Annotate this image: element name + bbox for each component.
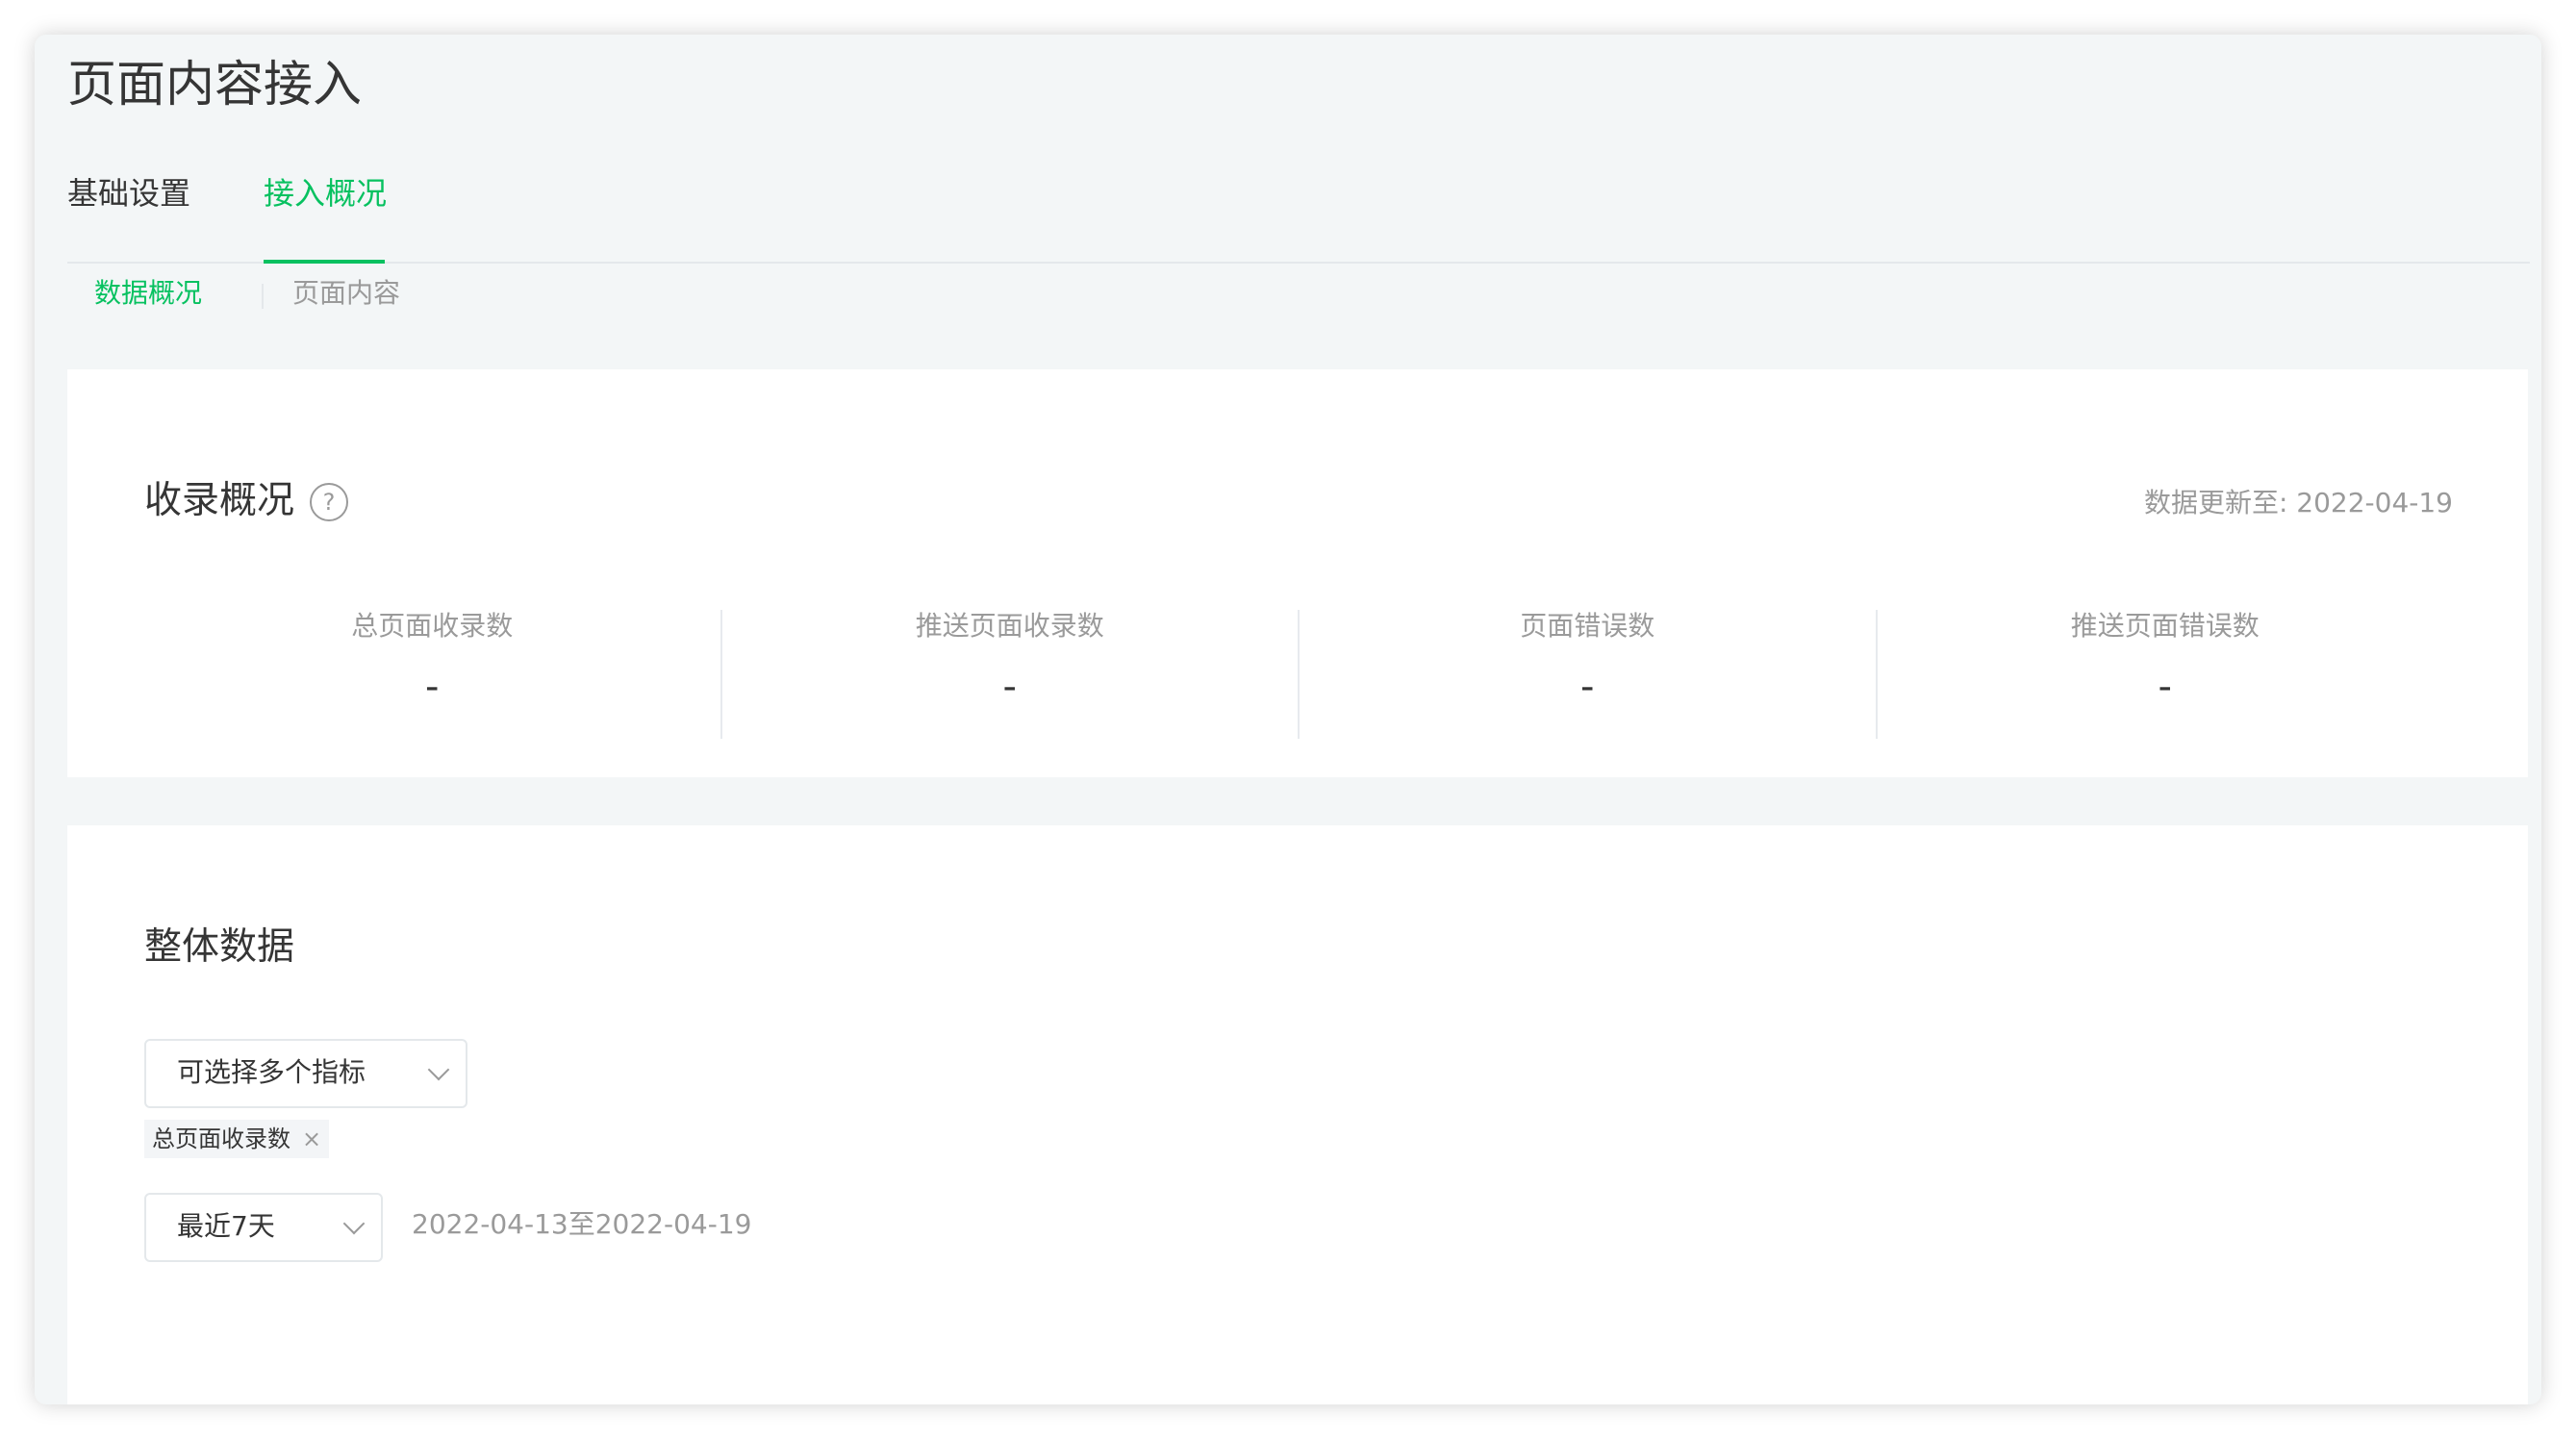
overall-card-title: 整体数据: [144, 925, 295, 969]
selected-metric-label: 总页面收录数: [152, 1125, 290, 1152]
data-update-date: 数据更新至: 2022-04-19: [2143, 487, 2453, 518]
stat-pushed-errors: 推送页面错误数 -: [1875, 610, 2454, 739]
active-tab-indicator: [264, 260, 385, 264]
tab-basic-settings[interactable]: 基础设置: [67, 175, 190, 212]
overall-data-card: 整体数据 可选择多个指标 总页面收录数 × 最近7天 2022-04-13至20…: [67, 825, 2528, 1404]
metric-select-label: 可选择多个指标: [177, 1056, 366, 1088]
subnav-page-content[interactable]: 页面内容: [292, 277, 400, 310]
main-tabs: 基础设置 接入概况: [67, 165, 2530, 264]
date-range-select-label: 最近7天: [177, 1210, 275, 1242]
chevron-down-icon: [342, 1212, 366, 1235]
tab-access-overview[interactable]: 接入概况: [264, 175, 387, 212]
page-title: 页面内容接入: [67, 57, 363, 114]
stat-value: -: [1002, 665, 1017, 709]
stat-label: 页面错误数: [1520, 610, 1655, 642]
subnav-data-overview[interactable]: 数据概况: [94, 277, 202, 310]
stats-row: 总页面收录数 - 推送页面收录数 - 页面错误数 - 推送页面错误数 -: [144, 610, 2453, 739]
help-circle-icon[interactable]: ?: [310, 483, 348, 521]
overview-card-title: 收录概况: [144, 479, 295, 522]
chevron-down-icon: [427, 1058, 450, 1081]
selected-metric-tag: 总页面收录数 ×: [144, 1120, 330, 1158]
stat-total-pages: 总页面收录数 -: [144, 610, 720, 739]
stat-pushed-pages: 推送页面收录数 -: [720, 610, 1299, 739]
date-range-text: 2022-04-13至2022-04-19: [412, 1208, 752, 1240]
indexing-overview-card: 收录概况 ? 数据更新至: 2022-04-19 总页面收录数 - 推送页面收录…: [67, 369, 2528, 777]
app-window: 页面内容接入 基础设置 接入概况 数据概况 页面内容 收录概况 ? 数据更新至:…: [35, 35, 2541, 1404]
stat-value: -: [1580, 665, 1595, 709]
stat-page-errors: 页面错误数 -: [1298, 610, 1876, 739]
subnav-divider: [262, 284, 264, 309]
stat-value: -: [425, 665, 440, 709]
stat-label: 推送页面收录数: [915, 610, 1104, 642]
date-range-select[interactable]: 最近7天: [144, 1193, 383, 1262]
close-icon[interactable]: ×: [302, 1127, 321, 1150]
stat-label: 总页面收录数: [351, 610, 514, 642]
stat-label: 推送页面错误数: [2070, 610, 2260, 642]
metric-select[interactable]: 可选择多个指标: [144, 1039, 467, 1108]
stat-value: -: [2158, 665, 2172, 709]
